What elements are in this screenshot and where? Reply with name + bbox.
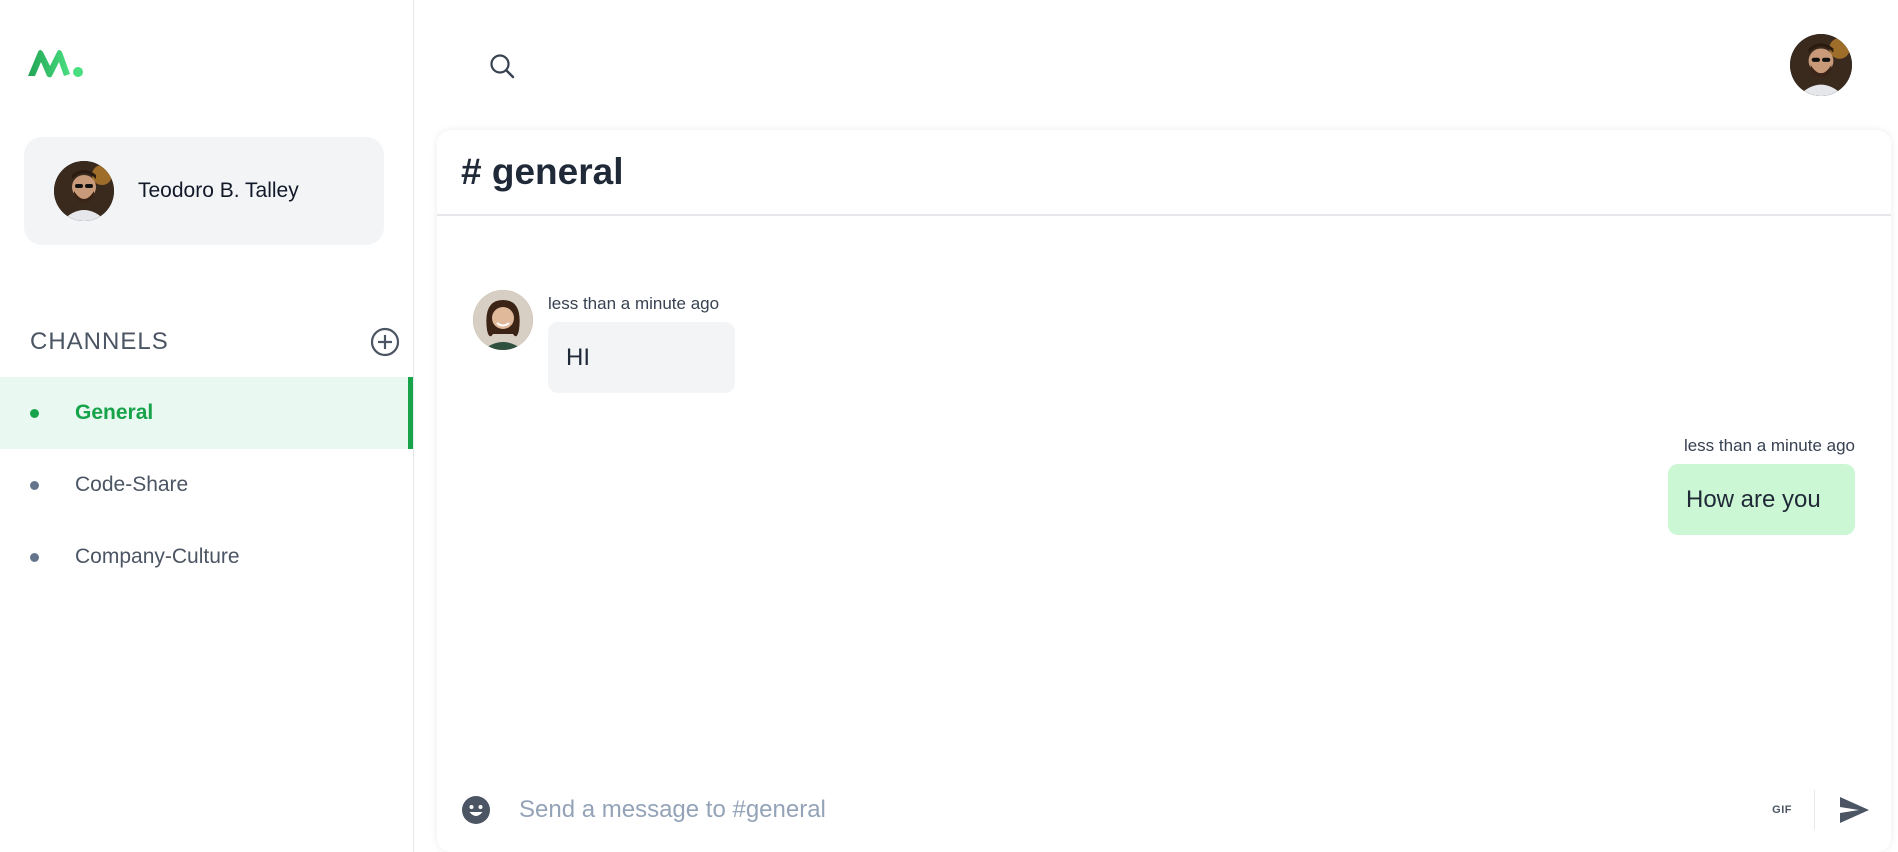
- channel-label: Code-Share: [75, 473, 189, 496]
- channel-item-company-culture[interactable]: Company-Culture: [0, 521, 413, 593]
- account-avatar[interactable]: [1790, 34, 1852, 96]
- search-icon[interactable]: [488, 52, 516, 80]
- bullet-icon: [30, 552, 39, 562]
- channel-label: General: [75, 401, 154, 424]
- message-bubble: HI: [548, 322, 735, 393]
- user-name: Teodoro B. Talley: [138, 179, 299, 202]
- chat-panel: # general less than a minute ago HI less…: [437, 130, 1891, 852]
- bullet-icon: [30, 408, 39, 418]
- gif-button[interactable]: GIF: [1772, 804, 1792, 816]
- channel-item-code-share[interactable]: Code-Share: [0, 449, 413, 521]
- message-bubble: How are you: [1668, 464, 1855, 535]
- message-incoming: less than a minute ago HI: [473, 290, 735, 393]
- smiley-icon[interactable]: [461, 795, 491, 825]
- sender-avatar[interactable]: [473, 290, 533, 350]
- message-composer: GIF: [437, 768, 1891, 852]
- channel-title: # general: [461, 151, 624, 192]
- plus-circle-icon[interactable]: [370, 327, 400, 357]
- channels-label: CHANNELS: [30, 328, 169, 355]
- channels-header: CHANNELS: [30, 326, 400, 358]
- logo-icon[interactable]: [26, 46, 84, 78]
- composer-divider: [1814, 790, 1815, 830]
- chat-header: # general: [437, 130, 1891, 216]
- message-timestamp: less than a minute ago: [1683, 436, 1855, 455]
- message-outgoing: less than a minute ago How are you: [1668, 432, 1855, 535]
- message-input[interactable]: [519, 796, 1773, 824]
- channel-item-general[interactable]: General: [0, 377, 413, 449]
- message-body: less than a minute ago HI: [548, 290, 735, 393]
- send-icon[interactable]: [1837, 793, 1871, 827]
- user-avatar: [54, 161, 114, 221]
- bullet-icon: [30, 480, 39, 490]
- channel-list: General Code-Share Company-Culture: [0, 377, 413, 593]
- user-profile-card[interactable]: Teodoro B. Talley: [24, 137, 384, 245]
- channel-label: Company-Culture: [75, 545, 240, 568]
- sidebar: Teodoro B. Talley CHANNELS General Code-…: [0, 0, 414, 852]
- message-timestamp: less than a minute ago: [548, 294, 720, 313]
